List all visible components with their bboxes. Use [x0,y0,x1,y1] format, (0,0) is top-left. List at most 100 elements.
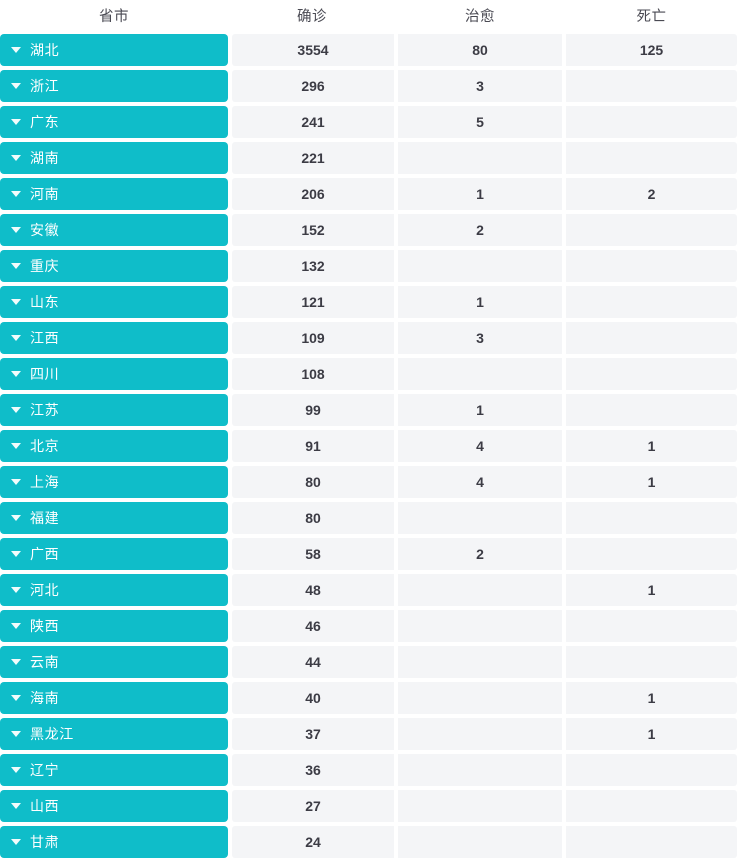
table-row[interactable]: 江苏 99 1 [0,394,747,426]
province-cell[interactable]: 云南 [0,646,228,678]
confirmed-cell: 132 [232,250,394,282]
table-row[interactable]: 河北 48 1 [0,574,747,606]
province-cell[interactable]: 湖北 [0,34,228,66]
deaths-cell: 1 [566,466,737,498]
table-row[interactable]: 海南 40 1 [0,682,747,714]
cured-cell [398,358,562,390]
caret-down-icon[interactable] [11,83,21,89]
caret-down-icon[interactable] [11,119,21,125]
caret-down-icon[interactable] [11,335,21,341]
province-cell[interactable]: 浙江 [0,70,228,102]
deaths-cell: 1 [566,718,737,750]
row-tail-spacer [737,394,747,426]
province-cell[interactable]: 黑龙江 [0,718,228,750]
province-cell[interactable]: 福建 [0,502,228,534]
caret-down-icon[interactable] [11,551,21,557]
province-cell[interactable]: 重庆 [0,250,228,282]
deaths-cell [566,142,737,174]
column-header-province: 省市 [99,9,129,25]
province-cell[interactable]: 广西 [0,538,228,570]
deaths-cell [566,106,737,138]
table-row[interactable]: 广西 58 2 [0,538,747,570]
table-row[interactable]: 四川 108 [0,358,747,390]
caret-down-icon[interactable] [11,47,21,53]
table-row[interactable]: 河南 206 1 2 [0,178,747,210]
row-tail-spacer [737,682,747,714]
confirmed-cell: 80 [232,502,394,534]
province-label: 甘肃 [30,834,60,850]
caret-down-icon[interactable] [11,803,21,809]
caret-down-icon[interactable] [11,371,21,377]
table-row[interactable]: 湖南 221 [0,142,747,174]
caret-down-icon[interactable] [11,623,21,629]
table-row[interactable]: 湖北 3554 80 125 [0,34,747,66]
table-row[interactable]: 上海 80 4 1 [0,466,747,498]
cured-cell [398,682,562,714]
deaths-cell: 125 [566,34,737,66]
province-cell[interactable]: 湖南 [0,142,228,174]
table-row[interactable]: 浙江 296 3 [0,70,747,102]
caret-down-icon[interactable] [11,515,21,521]
table-row[interactable]: 江西 109 3 [0,322,747,354]
caret-down-icon[interactable] [11,227,21,233]
table-row[interactable]: 黑龙江 37 1 [0,718,747,750]
confirmed-cell: 99 [232,394,394,426]
province-cell[interactable]: 四川 [0,358,228,390]
table-row[interactable]: 陕西 46 [0,610,747,642]
province-cell[interactable]: 江西 [0,322,228,354]
deaths-cell: 2 [566,178,737,210]
province-cell[interactable]: 广东 [0,106,228,138]
table-row[interactable]: 甘肃 24 [0,826,747,858]
province-cell[interactable]: 上海 [0,466,228,498]
caret-down-icon[interactable] [11,443,21,449]
table-row[interactable]: 福建 80 [0,502,747,534]
table-row[interactable]: 辽宁 36 [0,754,747,786]
province-cell[interactable]: 安徽 [0,214,228,246]
caret-down-icon[interactable] [11,263,21,269]
table-row[interactable]: 北京 91 4 1 [0,430,747,462]
caret-down-icon[interactable] [11,839,21,845]
row-tail-spacer [737,358,747,390]
deaths-cell [566,358,737,390]
row-tail-spacer [737,142,747,174]
table-row[interactable]: 广东 241 5 [0,106,747,138]
deaths-cell: 1 [566,430,737,462]
caret-down-icon[interactable] [11,407,21,413]
caret-down-icon[interactable] [11,479,21,485]
table-row[interactable]: 山东 121 1 [0,286,747,318]
cured-cell: 5 [398,106,562,138]
province-cell[interactable]: 江苏 [0,394,228,426]
table-row[interactable]: 山西 27 [0,790,747,822]
province-cell[interactable]: 河南 [0,178,228,210]
table-row[interactable]: 重庆 132 [0,250,747,282]
province-cell[interactable]: 河北 [0,574,228,606]
cured-cell: 4 [398,466,562,498]
province-label: 江苏 [30,402,60,418]
caret-down-icon[interactable] [11,731,21,737]
province-cell[interactable]: 辽宁 [0,754,228,786]
caret-down-icon[interactable] [11,767,21,773]
province-cell[interactable]: 山西 [0,790,228,822]
caret-down-icon[interactable] [11,155,21,161]
table-row[interactable]: 安徽 152 2 [0,214,747,246]
province-cell[interactable]: 甘肃 [0,826,228,858]
caret-down-icon[interactable] [11,659,21,665]
deaths-cell: 1 [566,574,737,606]
province-cell[interactable]: 陕西 [0,610,228,642]
province-cell[interactable]: 北京 [0,430,228,462]
table-row[interactable]: 云南 44 [0,646,747,678]
deaths-cell [566,394,737,426]
confirmed-cell: 80 [232,466,394,498]
province-cell[interactable]: 山东 [0,286,228,318]
caret-down-icon[interactable] [11,299,21,305]
province-label: 四川 [30,366,60,382]
caret-down-icon[interactable] [11,695,21,701]
confirmed-cell: 91 [232,430,394,462]
cured-cell [398,574,562,606]
confirmed-cell: 108 [232,358,394,390]
province-cell[interactable]: 海南 [0,682,228,714]
deaths-cell [566,826,737,858]
caret-down-icon[interactable] [11,587,21,593]
row-tail-spacer [737,610,747,642]
caret-down-icon[interactable] [11,191,21,197]
